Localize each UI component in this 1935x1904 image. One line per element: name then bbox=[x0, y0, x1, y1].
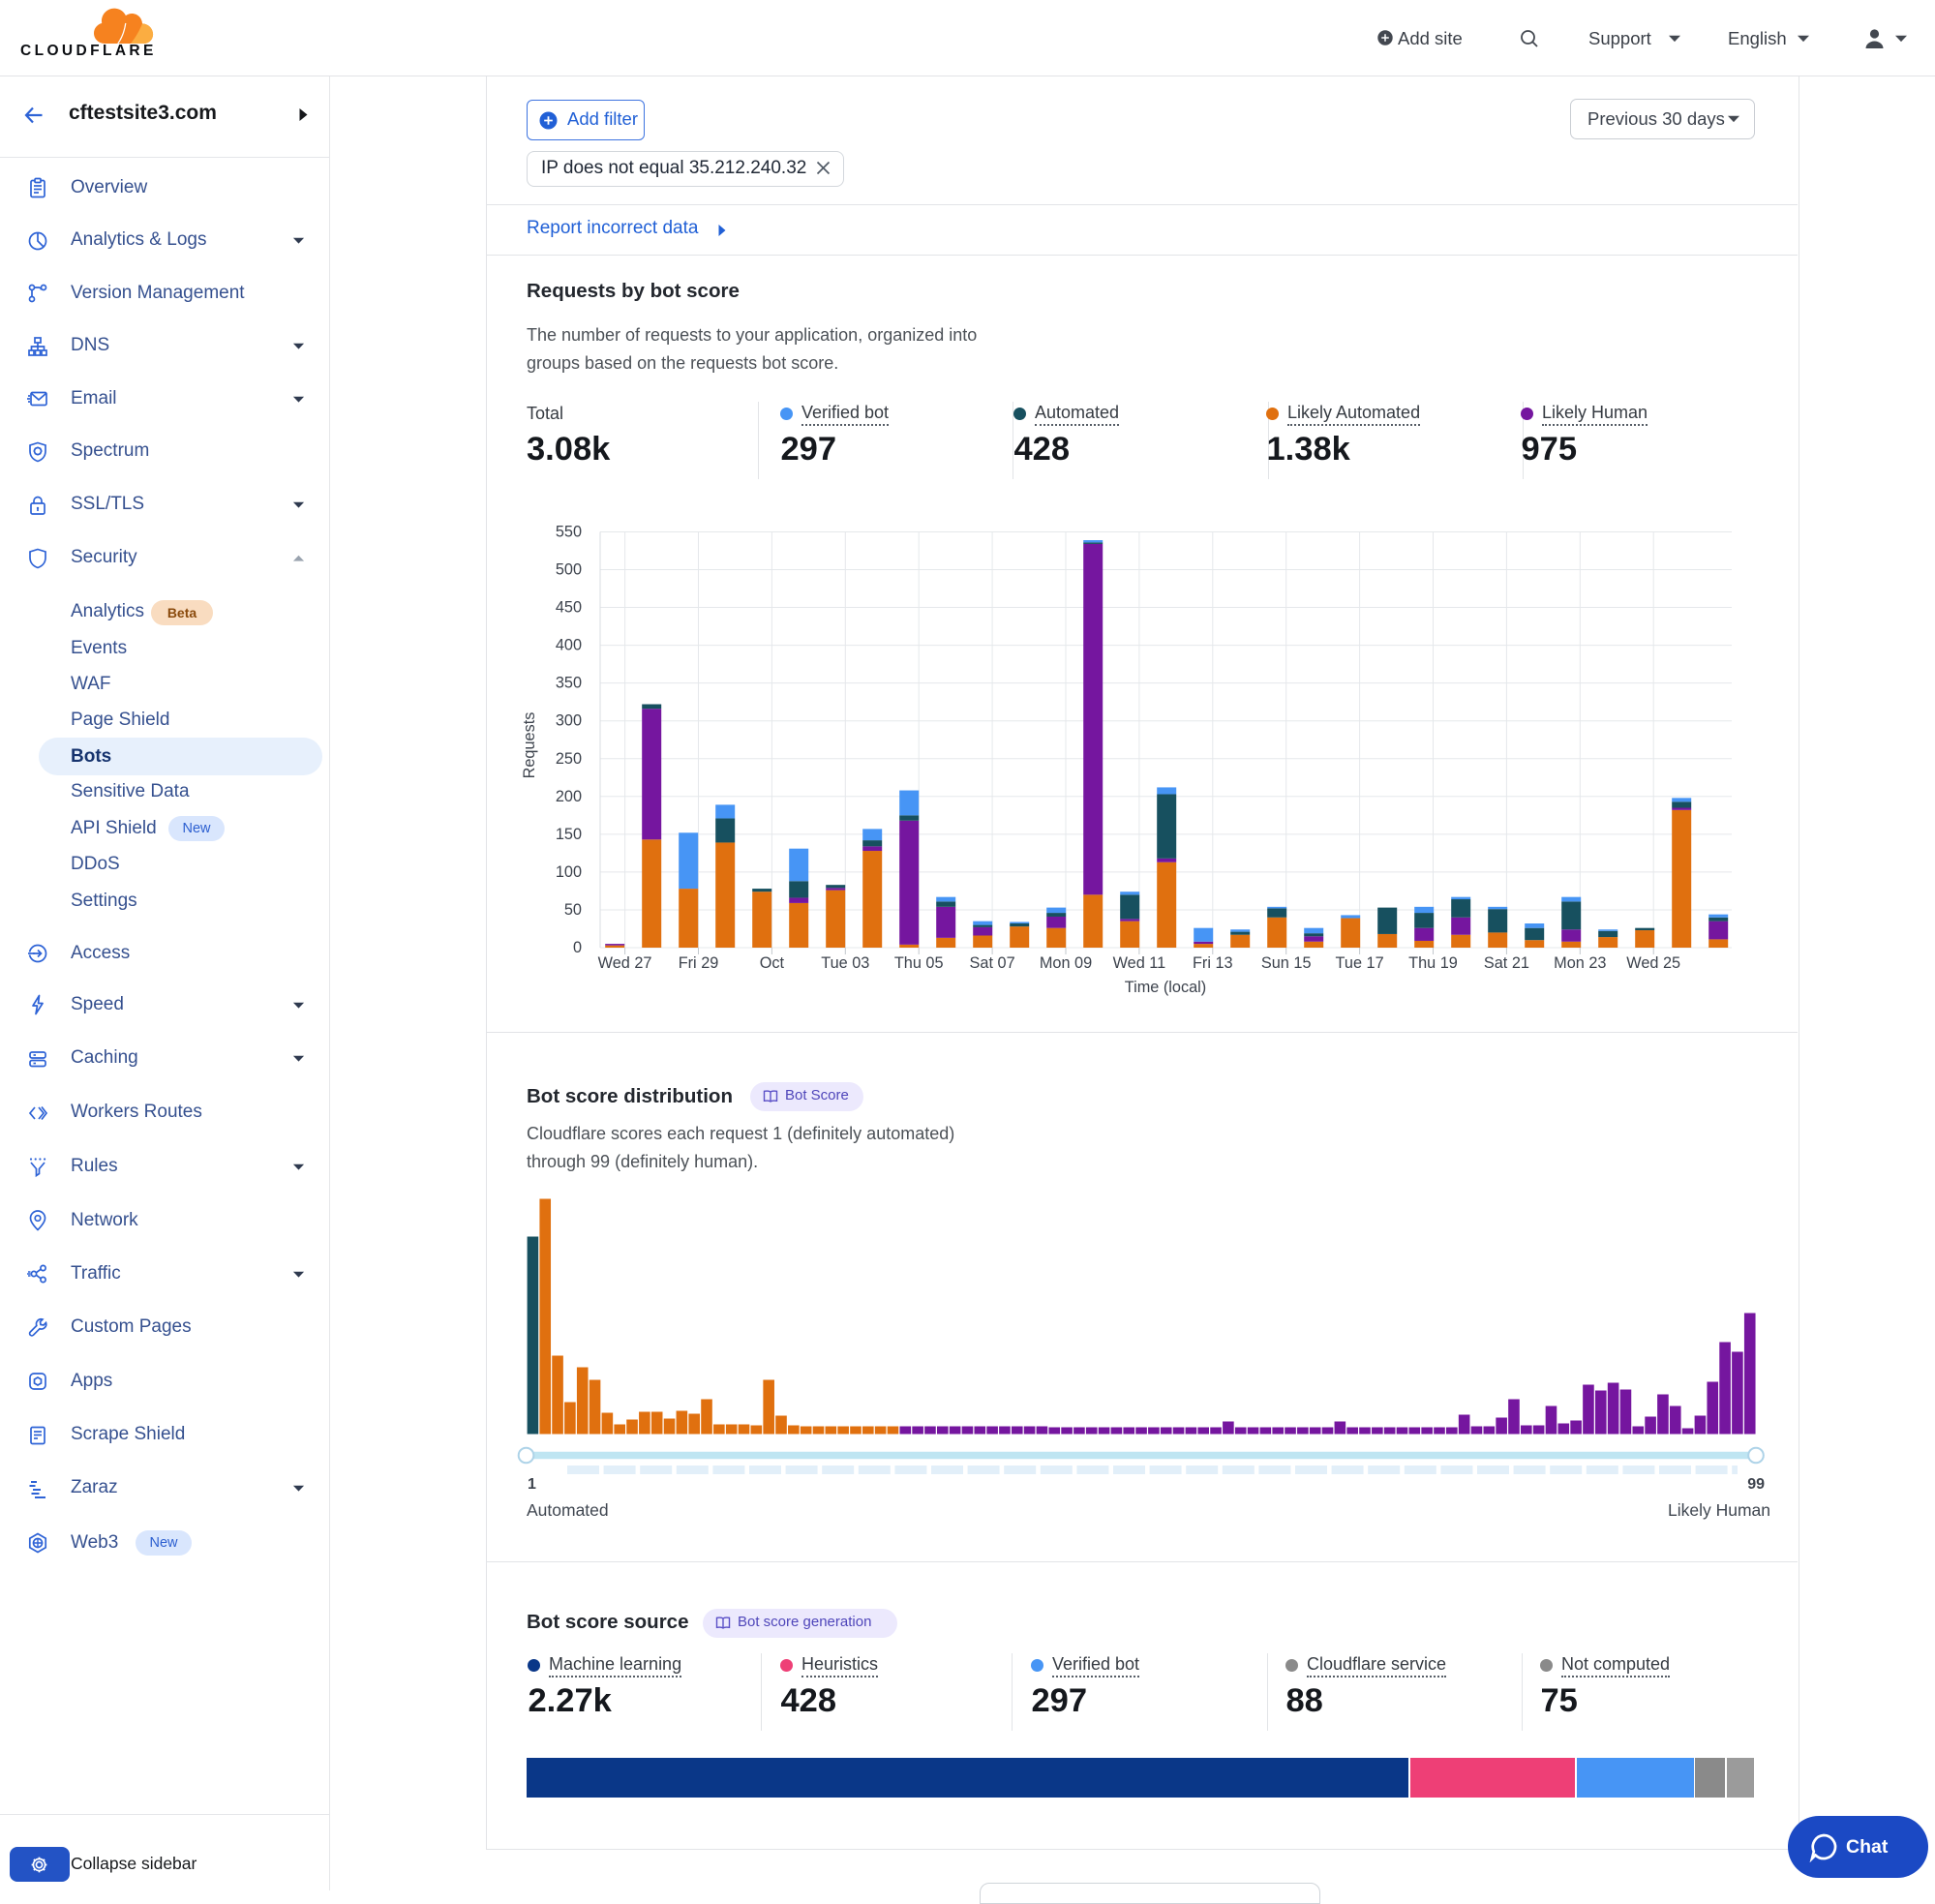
svg-text:250: 250 bbox=[556, 750, 582, 768]
svg-text:Mon 09: Mon 09 bbox=[1040, 954, 1092, 972]
svg-text:Tue 17: Tue 17 bbox=[1336, 954, 1384, 972]
svg-text:Likely Human: Likely Human bbox=[1668, 1500, 1770, 1520]
svg-text:Wed 27: Wed 27 bbox=[598, 954, 652, 972]
svg-text:Tue 03: Tue 03 bbox=[821, 954, 869, 972]
svg-text:Sat 21: Sat 21 bbox=[1484, 954, 1529, 972]
svg-text:Wed 11: Wed 11 bbox=[1113, 954, 1166, 972]
svg-text:Sun 15: Sun 15 bbox=[1261, 954, 1312, 972]
svg-text:350: 350 bbox=[556, 675, 582, 692]
svg-text:100: 100 bbox=[556, 863, 582, 881]
svg-text:Fri 13: Fri 13 bbox=[1193, 954, 1233, 972]
svg-text:150: 150 bbox=[556, 826, 582, 843]
svg-text:Requests: Requests bbox=[521, 712, 538, 779]
svg-text:0: 0 bbox=[573, 939, 582, 956]
svg-text:50: 50 bbox=[564, 901, 582, 919]
svg-text:550: 550 bbox=[556, 524, 582, 541]
svg-text:Thu 05: Thu 05 bbox=[894, 954, 944, 972]
svg-text:450: 450 bbox=[556, 599, 582, 617]
svg-text:Fri 29: Fri 29 bbox=[679, 954, 719, 972]
svg-text:Thu 19: Thu 19 bbox=[1408, 954, 1458, 972]
svg-text:400: 400 bbox=[556, 637, 582, 654]
svg-text:Sat 07: Sat 07 bbox=[970, 954, 1015, 972]
svg-text:1: 1 bbox=[528, 1476, 536, 1493]
svg-text:Time (local): Time (local) bbox=[1125, 979, 1206, 996]
svg-text:Wed 25: Wed 25 bbox=[1626, 954, 1680, 972]
svg-text:300: 300 bbox=[556, 712, 582, 730]
svg-text:Automated: Automated bbox=[527, 1500, 609, 1520]
svg-text:99: 99 bbox=[1747, 1476, 1765, 1493]
svg-text:Mon 23: Mon 23 bbox=[1554, 954, 1606, 972]
svg-text:200: 200 bbox=[556, 788, 582, 805]
svg-text:Oct: Oct bbox=[760, 954, 785, 972]
svg-text:500: 500 bbox=[556, 561, 582, 579]
